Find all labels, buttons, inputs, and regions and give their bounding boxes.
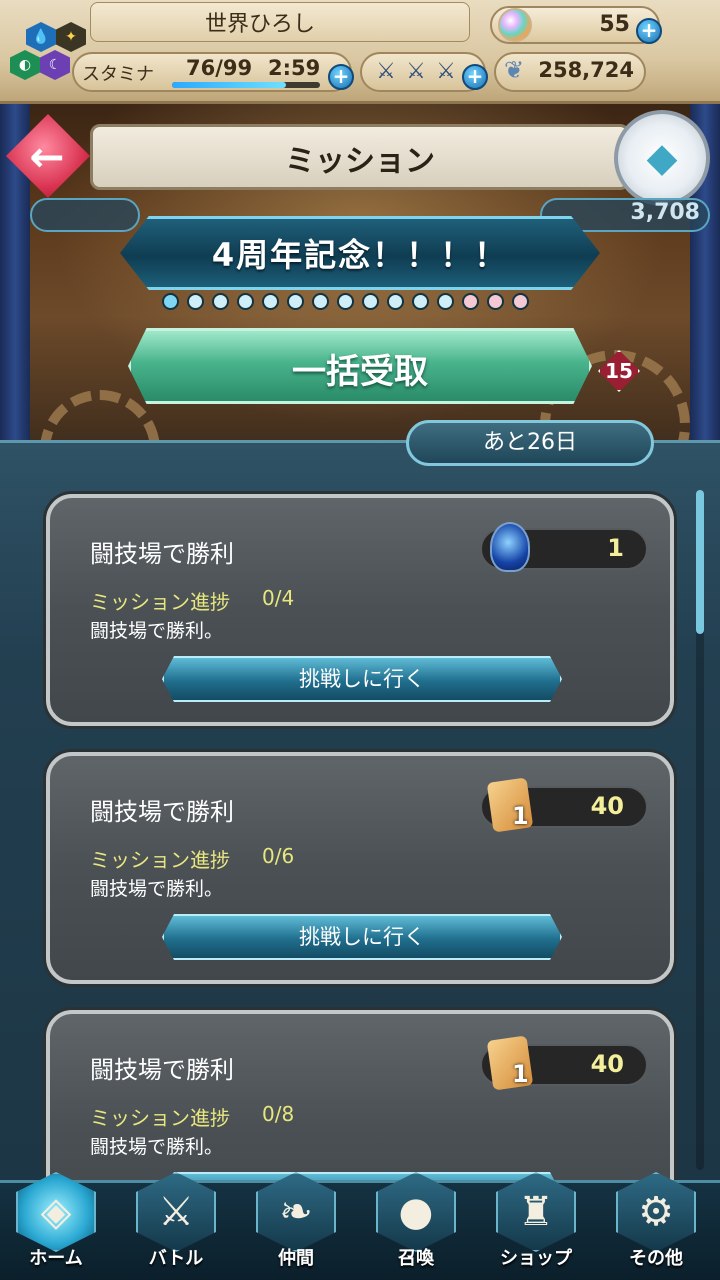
reward-value: 40 [590,792,624,820]
event-title: 4周年記念！！！！ [211,236,509,274]
mission-description: 闘技場で勝利。 [90,878,224,900]
reward-value: 1 [607,534,624,562]
side-counter-value: 3,708 [630,200,700,225]
page-dot [337,293,354,310]
add-swords-button[interactable]: + [462,64,488,90]
wind-crystal-icon: ◐ [10,50,40,80]
progress-value: 0/6 [262,844,295,868]
page-dot [312,293,329,310]
home-crest-icon: ◈ [16,1172,96,1252]
nav-label: 仲間 [278,1248,314,1269]
page-dot [287,293,304,310]
light-crystal-icon: ✦ [56,22,86,52]
page-dot [487,293,504,310]
stamina-bar-fill [172,82,286,88]
progress-label: ミッション進捗 [90,1106,230,1130]
orb-count: 55 [599,12,630,37]
mission-title: 闘技場で勝利 [90,798,234,826]
page-dot [437,293,454,310]
mission-card: 闘技場で勝利 1 ミッション進捗 0/4 闘技場で勝利。 挑戦しに行く [46,494,674,726]
crossed-swords-icon: ⚔ [136,1172,216,1252]
progress-label: ミッション進捗 [90,590,230,614]
orb-icon [498,8,532,42]
page-dot [362,293,379,310]
gear-icon: ⚙ [616,1172,696,1252]
page-dot [462,293,479,310]
challenge-button[interactable]: 挑戦しに行く [162,914,562,960]
scrollbar-thumb[interactable] [696,490,704,634]
duel-sword-icon: ⚔ [406,59,426,84]
player-name: 世界ひろし [204,12,315,37]
mission-title: 闘技場で勝利 [90,1056,234,1084]
stamina-value: 76/99 [186,56,253,80]
page-dot [512,293,529,310]
duel-sword-icon: ⚔ [376,59,396,84]
reward-value: 40 [590,1050,624,1078]
page-dot [162,293,179,310]
page-title: ミッション [285,144,435,179]
progress-value: 0/4 [262,586,295,610]
page-dot [412,293,429,310]
mission-description: 闘技場で勝利。 [90,1136,224,1158]
days-remaining: あと26日 [406,420,654,466]
page-dot [387,293,404,310]
event-page-indicator[interactable] [162,293,558,311]
castle-icon: ♜ [496,1172,576,1252]
wing-icon: ❧ [256,1172,336,1252]
stamina-bar [172,82,320,88]
mission-card: 闘技場で勝利 1 40 ミッション進捗 0/6 闘技場で勝利。 挑戦しに行く [46,752,674,984]
nav-label: ホーム [29,1248,83,1269]
water-crystal-icon: 💧 [26,22,56,52]
progress-label: ミッション進捗 [90,848,230,872]
page-dot [187,293,204,310]
crest-icon: ◆ [646,135,678,181]
feather-count: 258,724 [538,58,634,82]
add-stamina-button[interactable]: + [328,64,354,90]
nav-home[interactable]: ◈ ホーム [0,1168,112,1280]
feather-icon: ❦ [504,56,525,84]
nav-summon[interactable]: ● 召喚 [360,1168,472,1280]
progress-value: 0/8 [262,1102,295,1126]
page-dot [262,293,279,310]
stamina-timer: 2:59 [268,56,321,80]
emblem-badge[interactable]: ◆ [614,110,710,206]
nav-label: その他 [629,1248,683,1269]
mission-title: 闘技場で勝利 [90,540,234,568]
nav-shop[interactable]: ♜ ショップ [480,1168,592,1280]
page-dot [212,293,229,310]
claim-all-label: 一括受取 [292,352,428,392]
back-arrow-icon: ← [29,131,65,181]
add-orbs-button[interactable]: + [636,18,662,44]
summon-orb-icon: ● [376,1172,456,1252]
nav-allies[interactable]: ❧ 仲間 [240,1168,352,1280]
dark-crystal-icon: ☾ [40,50,70,80]
nav-label: 召喚 [398,1248,434,1269]
nav-label: バトル [148,1248,204,1269]
nav-battle[interactable]: ⚔ バトル [120,1168,232,1280]
mission-description: 闘技場で勝利。 [90,620,224,642]
challenge-button[interactable]: 挑戦しに行く [162,656,562,702]
nav-label: ショップ [500,1248,572,1269]
side-chip-left [30,198,140,232]
page-dot [237,293,254,310]
stamina-label: スタミナ [82,64,154,85]
nav-other[interactable]: ⚙ その他 [600,1168,712,1280]
duel-sword-icon: ⚔ [436,59,456,84]
